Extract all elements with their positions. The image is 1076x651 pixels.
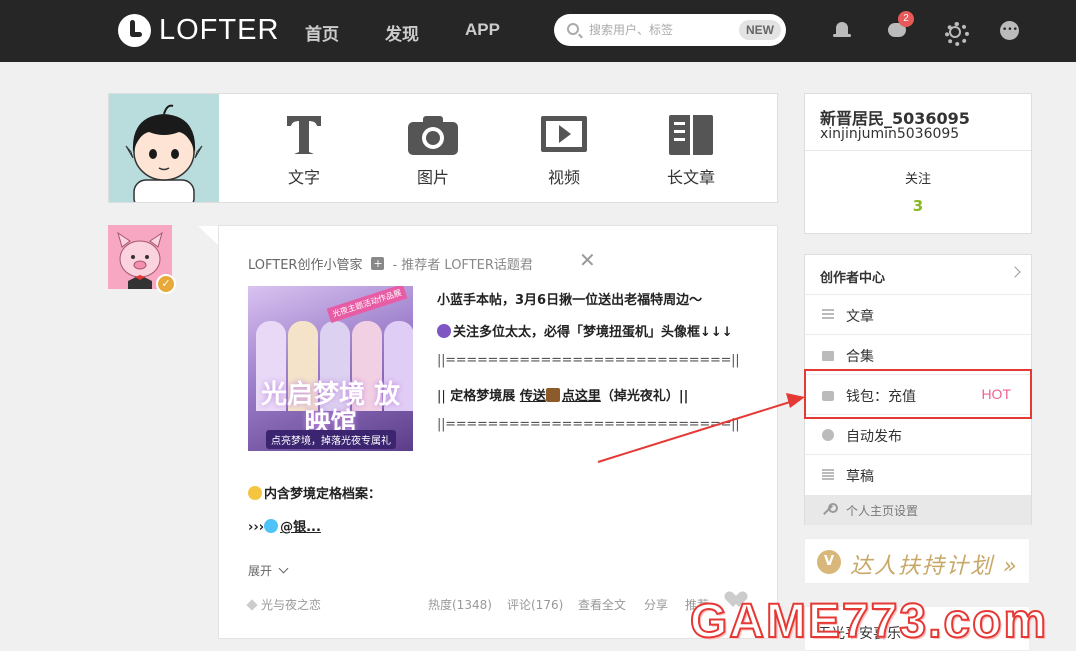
profile-card: 新晋居民_5036095 xinjinjumin5036095 关注 3 [804, 93, 1032, 234]
wrench-icon [822, 503, 838, 516]
menu-item-label: 自动发布 [846, 429, 902, 445]
menu-item-wallet[interactable]: 钱包：充值 HOT [805, 375, 1031, 415]
menu-item-articles[interactable]: 文章 [805, 295, 1031, 335]
menu-header-label: 创作者中心 [820, 271, 886, 286]
menu-item-label: 草稿 [846, 469, 874, 485]
profile-username: xinjinjumin5036095 [820, 126, 960, 142]
hot-badge: HOT [981, 386, 1011, 402]
profile-divider [805, 150, 1031, 151]
menu-item-auto-publish[interactable]: 自动发布 [805, 415, 1031, 455]
menu-item-label: 钱包：充值 [846, 389, 916, 405]
folder-icon [822, 351, 834, 361]
settings-label: 个人主页设置 [846, 504, 919, 518]
homepage-settings-button[interactable]: 个人主页设置 [805, 495, 1031, 525]
menu-item-drafts[interactable]: 草稿 [805, 455, 1031, 495]
wallet-icon [822, 391, 834, 401]
article-icon [822, 309, 834, 321]
watermark: GAME773.com [689, 595, 1049, 649]
follow-count[interactable]: 3 [805, 197, 1031, 215]
promo-text: 达人扶持计划 » [850, 554, 1019, 579]
follow-label[interactable]: 关注 [805, 168, 1031, 187]
menu-item-collections[interactable]: 合集 [805, 335, 1031, 375]
menu-item-label: 合集 [846, 349, 874, 365]
clock-icon [822, 429, 834, 441]
menu-creator-center[interactable]: 创作者中心 [805, 255, 1031, 295]
menu-item-label: 文章 [846, 309, 874, 325]
promo-banner[interactable]: V 达人扶持计划 » [804, 538, 1030, 584]
v-badge-icon: V [817, 550, 841, 574]
chevron-right-icon [1009, 266, 1021, 278]
creator-menu: 创作者中心 文章 合集 钱包：充值 HOT 自动发布 草稿 个人主页设置 [804, 254, 1032, 525]
draft-icon [822, 469, 834, 481]
